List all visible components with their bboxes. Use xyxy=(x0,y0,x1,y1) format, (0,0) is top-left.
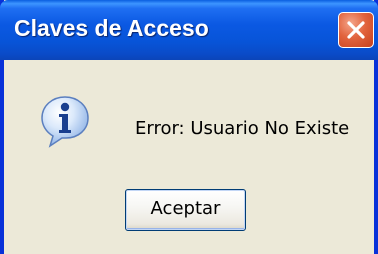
window-title: Claves de Acceso xyxy=(14,15,209,41)
info-icon xyxy=(41,96,89,148)
error-message: Error: Usuario No Existe xyxy=(135,118,350,139)
dialog-window: Claves de Acceso Error: Usuario No Exist… xyxy=(0,0,378,254)
close-icon xyxy=(347,21,365,39)
close-button[interactable] xyxy=(338,12,374,48)
aceptar-button[interactable]: Aceptar xyxy=(125,189,246,231)
title-bar[interactable]: Claves de Acceso xyxy=(0,0,378,60)
dialog-body: Error: Usuario No Existe Aceptar xyxy=(4,60,374,254)
